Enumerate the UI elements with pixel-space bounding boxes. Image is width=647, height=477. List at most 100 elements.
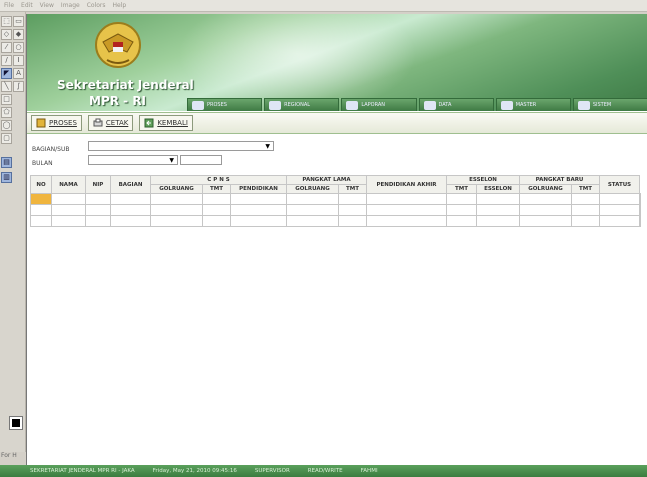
- color-swatch[interactable]: [9, 416, 23, 430]
- table-cell[interactable]: [51, 193, 86, 205]
- table-cell[interactable]: [30, 204, 52, 216]
- table-cell[interactable]: [110, 215, 151, 227]
- col-nip[interactable]: NIP: [85, 175, 111, 194]
- table-cell[interactable]: [51, 215, 86, 227]
- bulan-select[interactable]: ▼: [88, 155, 178, 165]
- col-pangkat-lama[interactable]: PANGKAT LAMA: [286, 175, 367, 185]
- airbrush-icon[interactable]: ◤: [1, 68, 12, 79]
- col-lama-golruang[interactable]: GOLRUANG: [286, 184, 339, 194]
- nav-regional[interactable]: REGIONAL: [264, 98, 340, 111]
- col-cpns[interactable]: C P N S: [150, 175, 287, 185]
- table-cell[interactable]: [85, 193, 111, 205]
- table-cell[interactable]: [150, 204, 203, 216]
- eraser-icon[interactable]: ◇: [1, 29, 12, 40]
- table-cell[interactable]: [202, 215, 231, 227]
- curve-icon[interactable]: ∫: [13, 81, 24, 92]
- table-cell[interactable]: [85, 204, 111, 216]
- col-bagian[interactable]: BAGIAN: [110, 175, 151, 194]
- table-cell[interactable]: [571, 193, 600, 205]
- table-cell[interactable]: [599, 204, 640, 216]
- table-cell[interactable]: [599, 215, 640, 227]
- menu-help[interactable]: Help: [113, 2, 127, 9]
- table-cell[interactable]: [202, 204, 231, 216]
- bagian-select[interactable]: ▼: [88, 141, 274, 151]
- table-cell[interactable]: [150, 215, 203, 227]
- col-status[interactable]: STATUS: [599, 175, 640, 194]
- menu-file[interactable]: File: [4, 2, 14, 9]
- col-esselon-esselon[interactable]: ESSELON: [476, 184, 520, 194]
- ellipse-icon[interactable]: ◯: [1, 120, 12, 131]
- brush-icon[interactable]: Ⅰ: [13, 55, 24, 66]
- table-cell[interactable]: [571, 215, 600, 227]
- table-cell[interactable]: [519, 193, 572, 205]
- text-icon[interactable]: A: [13, 68, 24, 79]
- table-cell[interactable]: [30, 215, 52, 227]
- col-esselon[interactable]: ESSELON: [446, 175, 520, 185]
- col-baru-golruang[interactable]: GOLRUANG: [519, 184, 572, 194]
- col-pangkat-baru[interactable]: PANGKAT BARU: [519, 175, 600, 185]
- table-cell[interactable]: [338, 215, 367, 227]
- rounded-rect-icon[interactable]: ▢: [1, 133, 12, 144]
- table-cell[interactable]: [230, 215, 287, 227]
- table-cell[interactable]: [639, 193, 641, 205]
- table-cell[interactable]: [446, 193, 477, 205]
- table-cell[interactable]: [150, 193, 203, 205]
- col-pendidikan-akhir[interactable]: PENDIDIKAN AKHIR: [366, 175, 447, 194]
- rect-select-icon[interactable]: ▭: [13, 16, 24, 27]
- table-cell[interactable]: [476, 193, 520, 205]
- table-cell[interactable]: [51, 204, 86, 216]
- table-cell[interactable]: [639, 204, 641, 216]
- col-no[interactable]: NO: [30, 175, 52, 194]
- col-cpns-pendidikan[interactable]: PENDIDIKAN: [230, 184, 287, 194]
- menu-view[interactable]: View: [40, 2, 54, 9]
- nav-master[interactable]: MASTER: [495, 98, 571, 111]
- col-lama-tmt[interactable]: TMT: [338, 184, 367, 194]
- table-cell[interactable]: [446, 215, 477, 227]
- kembali-button[interactable]: KEMBALI: [139, 115, 193, 131]
- fill-icon[interactable]: ◆: [13, 29, 24, 40]
- table-cell[interactable]: [110, 204, 151, 216]
- nav-proses[interactable]: PROSES: [187, 98, 263, 111]
- table-cell[interactable]: [519, 215, 572, 227]
- table-cell[interactable]: [446, 204, 477, 216]
- rectangle-icon[interactable]: □: [1, 94, 12, 105]
- table-cell[interactable]: [338, 204, 367, 216]
- table-cell[interactable]: [639, 215, 641, 227]
- table-cell[interactable]: [571, 204, 600, 216]
- table-cell[interactable]: [230, 193, 287, 205]
- option-a-icon[interactable]: ▤: [1, 157, 12, 168]
- magnifier-icon[interactable]: ○: [13, 42, 24, 53]
- polygon-icon[interactable]: ⬠: [1, 107, 12, 118]
- table-cell[interactable]: [230, 204, 287, 216]
- table-row[interactable]: [30, 193, 641, 205]
- table-cell[interactable]: [366, 193, 447, 205]
- menu-edit[interactable]: Edit: [21, 2, 33, 9]
- table-cell[interactable]: [519, 204, 572, 216]
- table-cell[interactable]: [366, 204, 447, 216]
- nav-laporan[interactable]: LAPORAN: [341, 98, 417, 111]
- cetak-button[interactable]: CETAK: [87, 115, 134, 131]
- col-esselon-tmt[interactable]: TMT: [446, 184, 477, 194]
- table-cell[interactable]: [599, 193, 640, 205]
- table-cell[interactable]: [30, 193, 52, 205]
- table-cell[interactable]: [476, 215, 520, 227]
- menu-colors[interactable]: Colors: [87, 2, 106, 9]
- table-cell[interactable]: [366, 215, 447, 227]
- table-cell[interactable]: [476, 204, 520, 216]
- table-cell[interactable]: [202, 193, 231, 205]
- table-cell[interactable]: [286, 215, 339, 227]
- table-cell[interactable]: [286, 193, 339, 205]
- col-baru-tmt[interactable]: TMT: [571, 184, 600, 194]
- table-cell[interactable]: [85, 215, 111, 227]
- pencil-icon[interactable]: /: [1, 55, 12, 66]
- option-b-icon[interactable]: ▥: [1, 172, 12, 183]
- free-select-icon[interactable]: ⬚: [1, 16, 12, 27]
- col-nama[interactable]: NAMA: [51, 175, 86, 194]
- table-cell[interactable]: [338, 193, 367, 205]
- nav-data[interactable]: DATA: [418, 98, 494, 111]
- col-cpns-golruang[interactable]: GOLRUANG: [150, 184, 203, 194]
- menu-image[interactable]: Image: [61, 2, 80, 9]
- nav-sistem[interactable]: SISTEM: [572, 98, 647, 111]
- line-icon[interactable]: ╲: [1, 81, 12, 92]
- table-row[interactable]: [30, 204, 641, 216]
